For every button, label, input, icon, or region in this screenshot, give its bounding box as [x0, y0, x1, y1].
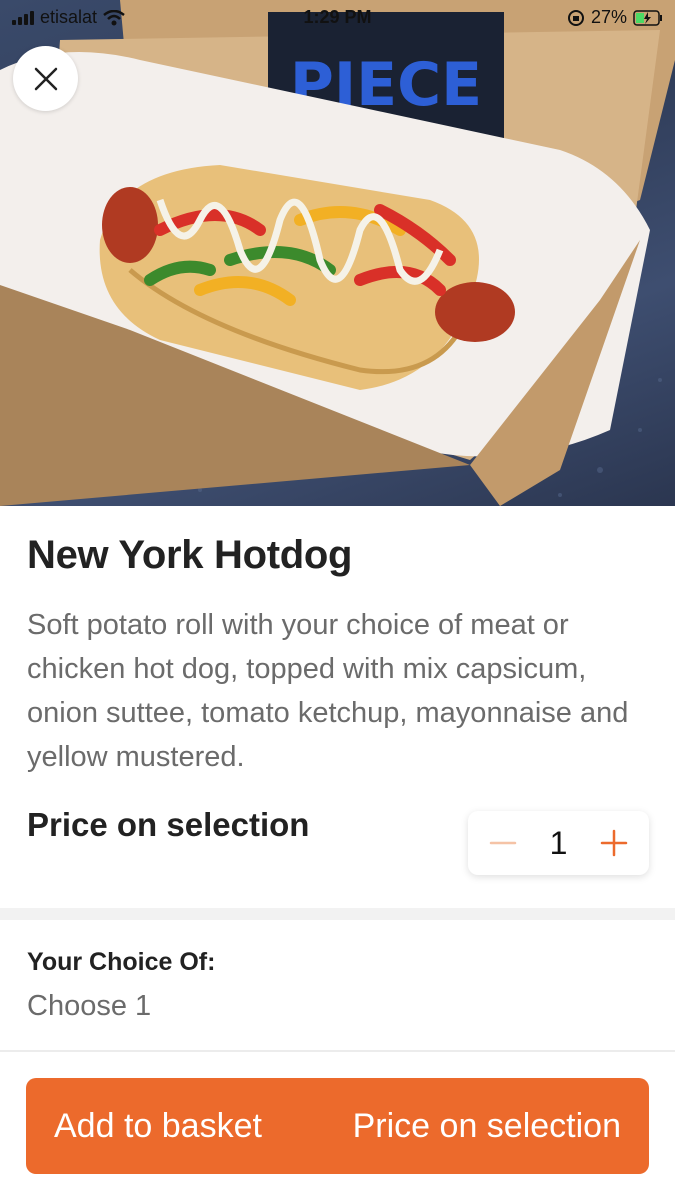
- decrease-quantity-button[interactable]: [488, 828, 518, 858]
- add-to-basket-label: Add to basket: [54, 1106, 262, 1145]
- status-right: 27%: [567, 7, 663, 28]
- bottom-divider: [0, 1050, 675, 1052]
- close-button[interactable]: [13, 46, 78, 111]
- product-title: New York Hotdog: [27, 533, 353, 577]
- choice-subtitle: Choose 1: [27, 990, 152, 1022]
- product-description: Soft potato roll with your choice of mea…: [27, 609, 629, 773]
- status-bar: etisalat 1:29 PM 27%: [0, 0, 675, 34]
- add-to-basket-button[interactable]: Add to basket Price on selection: [26, 1078, 649, 1174]
- increase-quantity-button[interactable]: [599, 828, 629, 858]
- price-label: Price on selection: [27, 806, 310, 843]
- section-divider: [0, 908, 675, 920]
- choice-title: Your Choice Of:: [27, 948, 216, 976]
- hotdog-photo: PIECE: [0, 0, 675, 506]
- rotation-lock-icon: [567, 9, 584, 26]
- battery-icon: [633, 9, 662, 26]
- battery-percent: 27%: [590, 7, 627, 27]
- product-image: PIECE: [0, 0, 675, 506]
- quantity-stepper: 1: [468, 811, 649, 875]
- add-to-basket-price: Price on selection: [352, 1106, 621, 1145]
- close-icon: [34, 67, 57, 90]
- plus-icon: [600, 829, 628, 857]
- minus-icon: [489, 841, 517, 845]
- quantity-value: 1: [549, 824, 568, 861]
